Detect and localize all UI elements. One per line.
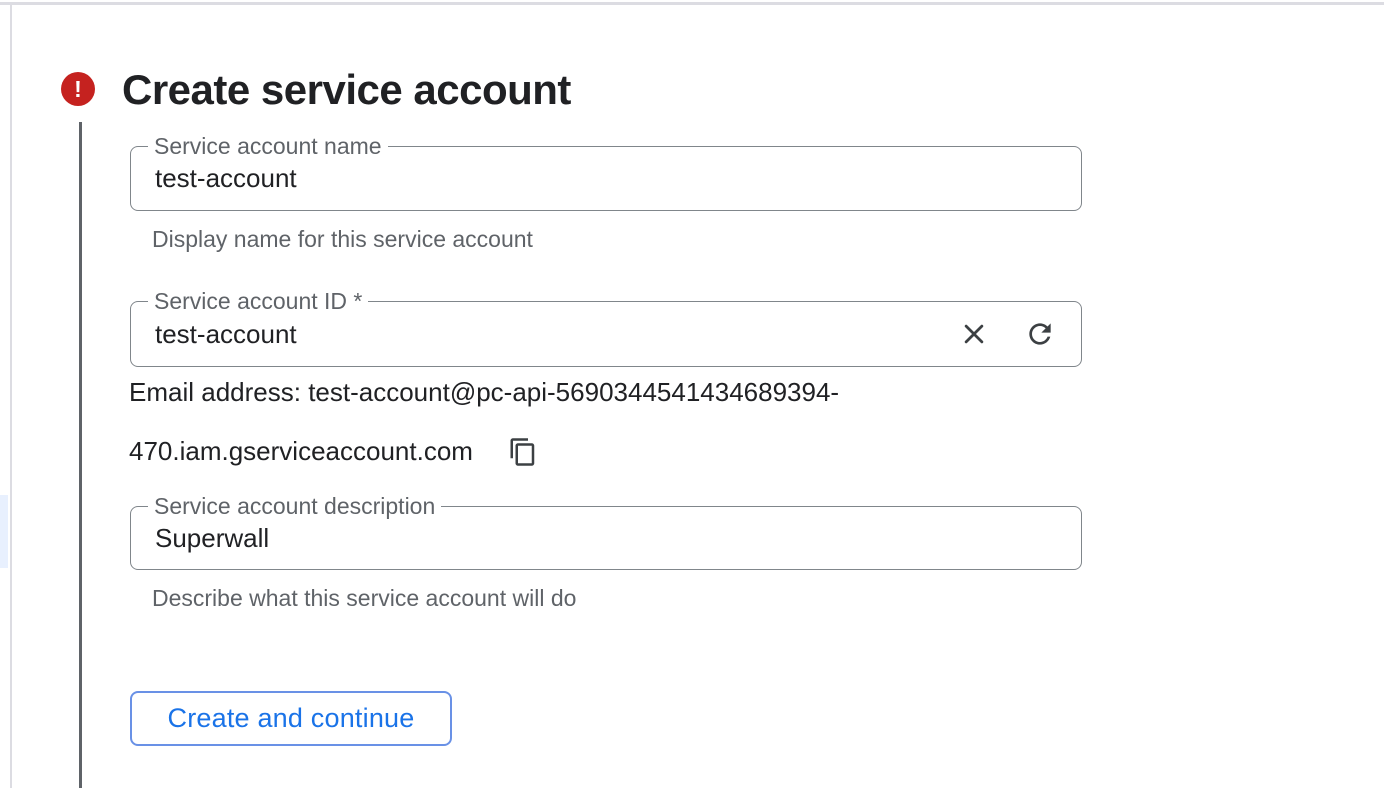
service-account-description-field: Service account description [130,506,1082,570]
service-account-description-label: Service account description [148,494,441,518]
error-icon: ! [61,72,95,106]
regenerate-id-button[interactable] [1024,318,1056,350]
email-address-part2: 470.iam.gserviceaccount.com [129,436,473,467]
close-icon [959,319,989,349]
copy-icon [508,437,538,467]
email-address-line1: Email address: test-account@pc-api-56903… [129,377,839,408]
service-account-name-helper: Display name for this service account [152,226,533,253]
service-account-id-label: Service account ID * [148,289,368,313]
page-title: Create service account [122,66,571,114]
clear-id-button[interactable] [959,319,989,349]
left-edge-highlight [0,495,8,568]
copy-email-button[interactable] [508,437,538,467]
panel-top-border [0,2,1384,5]
service-account-description-helper: Describe what this service account will … [152,585,576,612]
refresh-icon [1024,318,1056,350]
service-account-name-field: Service account name [130,146,1082,211]
error-icon-glyph: ! [74,78,82,101]
email-address-label: Email address: [129,377,308,407]
service-account-id-field: Service account ID * [130,301,1082,367]
email-address-line2: 470.iam.gserviceaccount.com [129,436,538,467]
create-and-continue-button[interactable]: Create and continue [130,691,452,746]
service-account-name-label: Service account name [148,134,388,158]
create-service-account-panel: ! Create service account Service account… [0,0,1384,788]
stepper-connector-line [79,122,82,788]
email-address-part1: test-account@pc-api-5690344541434689394- [308,377,839,407]
panel-left-border [10,2,12,788]
